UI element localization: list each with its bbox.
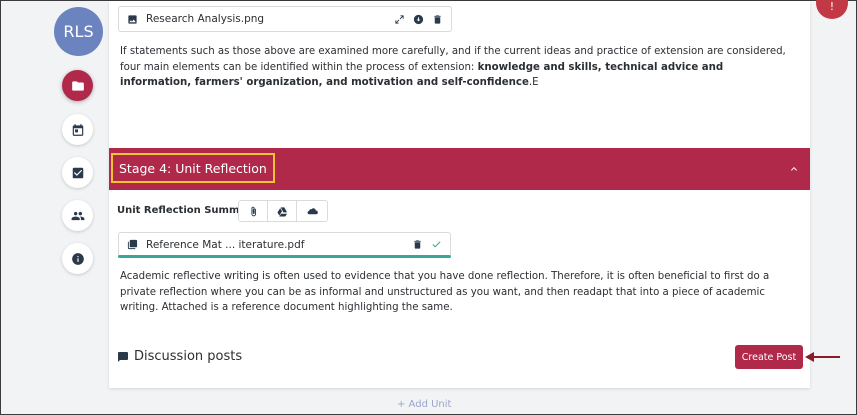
trash-icon[interactable] [412, 239, 423, 250]
avatar-initials: RLS [63, 22, 94, 41]
info-icon [71, 252, 84, 265]
notification-badge[interactable]: ! [816, 0, 848, 19]
uploaded-file-chip[interactable]: Reference Mat ... iterature.pdf [118, 232, 451, 257]
discussion-label: Discussion posts [134, 349, 243, 364]
sidebar-item-people[interactable] [62, 200, 93, 231]
sidebar-item-calendar[interactable] [62, 114, 93, 145]
onedrive-icon [307, 207, 318, 214]
trash-icon[interactable] [432, 14, 443, 25]
stage-header[interactable]: Stage 4: Unit Reflection [109, 148, 810, 190]
google-drive-icon [276, 206, 287, 217]
comment-icon [118, 351, 128, 362]
add-unit-link[interactable]: + Add Unit [397, 399, 451, 410]
paragraph-tail: .E [528, 77, 539, 88]
check-icon [432, 241, 441, 248]
attach-button-group [238, 200, 328, 222]
notification-badge-label: ! [829, 0, 835, 13]
upload-progress-bar [118, 255, 451, 258]
google-drive-button[interactable] [268, 201, 297, 221]
sidebar-item-folder[interactable] [62, 70, 93, 101]
stage-title: Stage 4: Unit Reflection [111, 153, 275, 183]
pointer-arrow [805, 352, 840, 362]
attachment-chip[interactable]: Research Analysis.png [118, 6, 452, 32]
avatar[interactable]: RLS [54, 7, 103, 56]
people-icon [71, 211, 84, 220]
unit-card: Research Analysis.png If statements such… [109, 1, 810, 388]
attachment-filename: Research Analysis.png [146, 13, 265, 25]
discussion-header: Discussion posts [117, 349, 242, 364]
summary-label: Unit Reflection Summary [117, 205, 258, 216]
download-icon[interactable] [413, 14, 424, 25]
description-paragraph: If statements such as those above are ex… [120, 44, 792, 91]
onedrive-button[interactable] [297, 201, 327, 221]
checkbox-icon [72, 167, 83, 178]
expand-icon[interactable] [394, 14, 405, 25]
folder-icon [71, 80, 84, 91]
pdf-file-icon [127, 239, 138, 250]
calendar-icon [72, 123, 83, 136]
image-file-icon [128, 14, 137, 24]
attach-file-button[interactable] [239, 201, 268, 221]
paperclip-icon [250, 206, 256, 216]
create-post-button[interactable]: Create Post [735, 345, 803, 369]
sidebar: RLS [1, 1, 109, 415]
sidebar-item-info[interactable] [62, 243, 93, 274]
uploaded-filename: Reference Mat ... iterature.pdf [146, 238, 305, 251]
sidebar-item-tasks[interactable] [62, 157, 93, 188]
reflection-paragraph: Academic reflective writing is often use… [120, 271, 770, 313]
chevron-up-icon[interactable] [788, 163, 800, 175]
